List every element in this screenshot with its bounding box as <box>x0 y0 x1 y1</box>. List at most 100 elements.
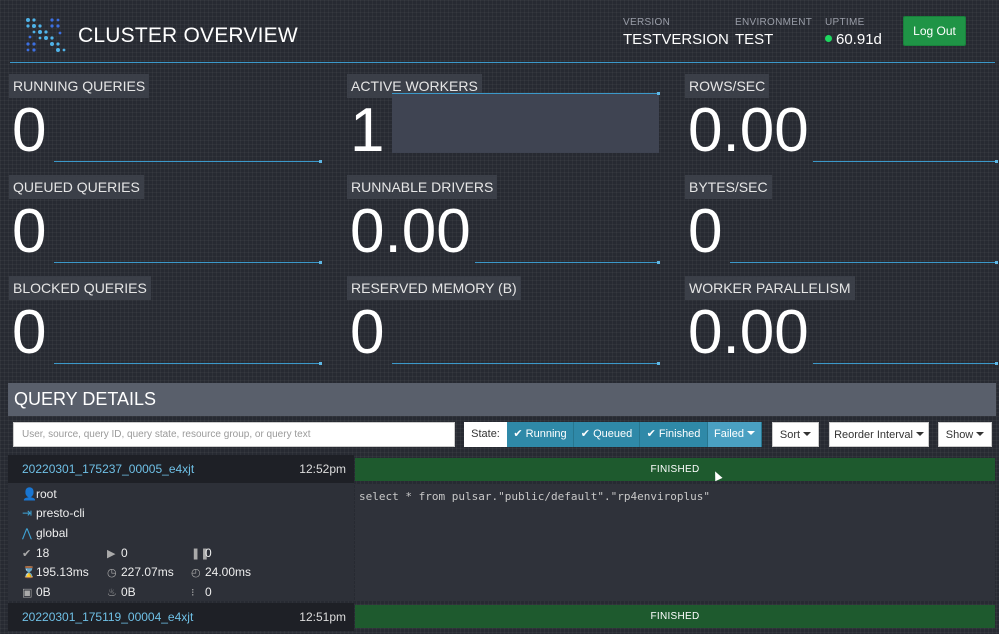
completed-splits: ✔ 18 <box>22 546 49 560</box>
page-header: CLUSTER OVERVIEW VERSION TESTVERSION ENV… <box>0 0 999 62</box>
state-filter-label-text: Queued <box>593 428 633 440</box>
query-id-link[interactable]: 20220301_175119_00004_e4xjt <box>22 610 193 624</box>
caret-down-icon <box>746 431 755 435</box>
sort-label: Sort <box>779 429 801 441</box>
query-user-value: root <box>36 487 57 501</box>
equalizer-icon: ⁝ <box>191 587 195 599</box>
current-memory-value: 0B <box>36 585 51 599</box>
check-icon: ✔ <box>646 428 656 440</box>
check-icon: ✔ <box>513 428 523 440</box>
state-filter-failed[interactable]: Failed <box>708 422 762 447</box>
environment-label: ENVIRONMENT <box>735 17 813 28</box>
check-icon: ✔ <box>580 428 590 440</box>
query-state-bar[interactable]: FINISHED <box>355 605 995 628</box>
tile-running-queries: RUNNING QUERIES 0 <box>9 74 322 165</box>
tile-value: 0 <box>350 298 385 367</box>
version-info: VERSION TESTVERSION <box>623 17 729 48</box>
wall-time: ⌛195.13ms <box>22 565 89 579</box>
pause-icon: ❚❚ <box>191 548 210 560</box>
query-resource-group-value: global <box>36 526 69 540</box>
sparkline <box>475 261 660 264</box>
cpu-time-value: 24.00ms <box>205 565 252 579</box>
sort-dropdown[interactable]: Sort <box>772 422 819 447</box>
environment-value: TEST <box>735 31 774 48</box>
query-state-bar[interactable]: FINISHED <box>355 458 995 481</box>
caret-down-icon <box>915 432 924 436</box>
peak-memory: ♨ 0B <box>107 585 136 599</box>
tile-bytes-sec: BYTES/SEC 0 <box>685 175 998 266</box>
version-value: TESTVERSION <box>623 31 729 48</box>
completed-splits-value: 18 <box>36 546 50 560</box>
uptime-value-row: 60.91d <box>825 31 882 48</box>
check-icon: ✔ <box>22 548 32 560</box>
query-text: select * from pulsar."public/default"."r… <box>359 490 710 503</box>
play-icon: ▶ <box>107 548 116 560</box>
wall-time-value: 195.13ms <box>36 565 89 579</box>
logout-button[interactable]: Log Out <box>903 16 966 46</box>
tile-label: RUNNABLE DRIVERS <box>347 175 498 199</box>
tile-runnable-drivers: RUNNABLE DRIVERS 0.00 <box>347 175 660 266</box>
query-id-link[interactable]: 20220301_175237_00005_e4xjt <box>22 462 194 476</box>
state-filter-running[interactable]: ✔ Running <box>507 422 574 447</box>
tile-value: 0.00 <box>688 298 809 367</box>
tile-value: 0.00 <box>350 197 471 266</box>
cpu-time: ◴ 24.00ms <box>191 565 251 579</box>
tile-value: 0 <box>12 197 47 266</box>
show-dropdown[interactable]: Show <box>938 422 992 447</box>
state-filter-label-text: Running <box>525 428 567 440</box>
tile-worker-parallelism: WORKER PARALLELISM 0.00 <box>685 276 998 367</box>
presto-logo-icon <box>26 18 66 52</box>
tile-rows-sec: ROWS/SEC 0.00 <box>685 74 998 164</box>
dashboard-icon: ◴ <box>191 567 201 579</box>
state-filter-queued[interactable]: ✔ Queued <box>574 422 640 447</box>
tile-value: 0 <box>12 96 47 165</box>
sparkline-bar <box>392 92 660 153</box>
running-splits-value: 0 <box>121 546 128 560</box>
uptime-info: UPTIME 60.91d <box>825 17 882 48</box>
tile-blocked-queries: BLOCKED QUERIES 0 <box>9 276 322 367</box>
tile-label: BLOCKED QUERIES <box>9 276 151 300</box>
query-search-input[interactable] <box>13 422 455 447</box>
state-filter-label: State: <box>464 422 507 447</box>
current-memory: ▣ 0B <box>22 585 51 599</box>
tile-value: 0 <box>12 298 47 367</box>
fire-icon: ♨ <box>107 587 117 599</box>
login-icon: ⇥ <box>22 506 33 520</box>
environment-info: ENVIRONMENT TEST <box>735 17 812 48</box>
tile-label: BYTES/SEC <box>685 175 772 199</box>
query-time: 12:51pm <box>299 610 346 624</box>
sparkline <box>54 362 322 365</box>
sparkline <box>392 362 660 365</box>
tile-label: QUEUED QUERIES <box>9 175 144 199</box>
state-filter-label-text: Finished <box>658 428 701 440</box>
elapsed-time: ◷ 227.07ms <box>107 565 174 579</box>
header-divider <box>10 62 995 63</box>
state-filter-finished[interactable]: ✔ Finished <box>640 422 708 447</box>
tile-value: 0 <box>688 197 723 266</box>
query-time: 12:52pm <box>299 462 346 476</box>
uptime-label: UPTIME <box>825 17 865 28</box>
tile-queued-queries: QUEUED QUERIES 0 <box>9 175 322 266</box>
road-icon: ⋀ <box>22 526 32 540</box>
running-splits: ▶ 0 <box>107 546 128 560</box>
query-info-panel <box>8 483 354 601</box>
user-icon: 👤 <box>22 487 37 501</box>
peak-memory-value: 0B <box>121 585 136 599</box>
tile-reserved-memory: RESERVED MEMORY (B) 0 <box>347 276 660 367</box>
blocked-splits: ❚❚0 <box>191 546 212 560</box>
tile-active-workers: ACTIVE WORKERS 1 <box>347 74 660 164</box>
blocked-splits-value: 0 <box>205 546 212 560</box>
query-text-panel: select * from pulsar."public/default"."r… <box>355 484 995 601</box>
uptime-status-icon <box>825 35 832 42</box>
uptime-value: 60.91d <box>836 31 882 48</box>
elapsed-time-value: 227.07ms <box>121 565 174 579</box>
reorder-interval-dropdown[interactable]: Reorder Interval <box>829 422 929 447</box>
query-source-value: presto-cli <box>36 506 85 520</box>
sparkline <box>813 160 998 163</box>
sparkline <box>54 261 322 264</box>
sparkline <box>813 362 998 365</box>
sparkline <box>54 160 322 163</box>
query-user: 👤root <box>22 487 57 501</box>
tile-label: RUNNING QUERIES <box>9 74 150 98</box>
hourglass-icon: ⌛ <box>22 567 36 579</box>
